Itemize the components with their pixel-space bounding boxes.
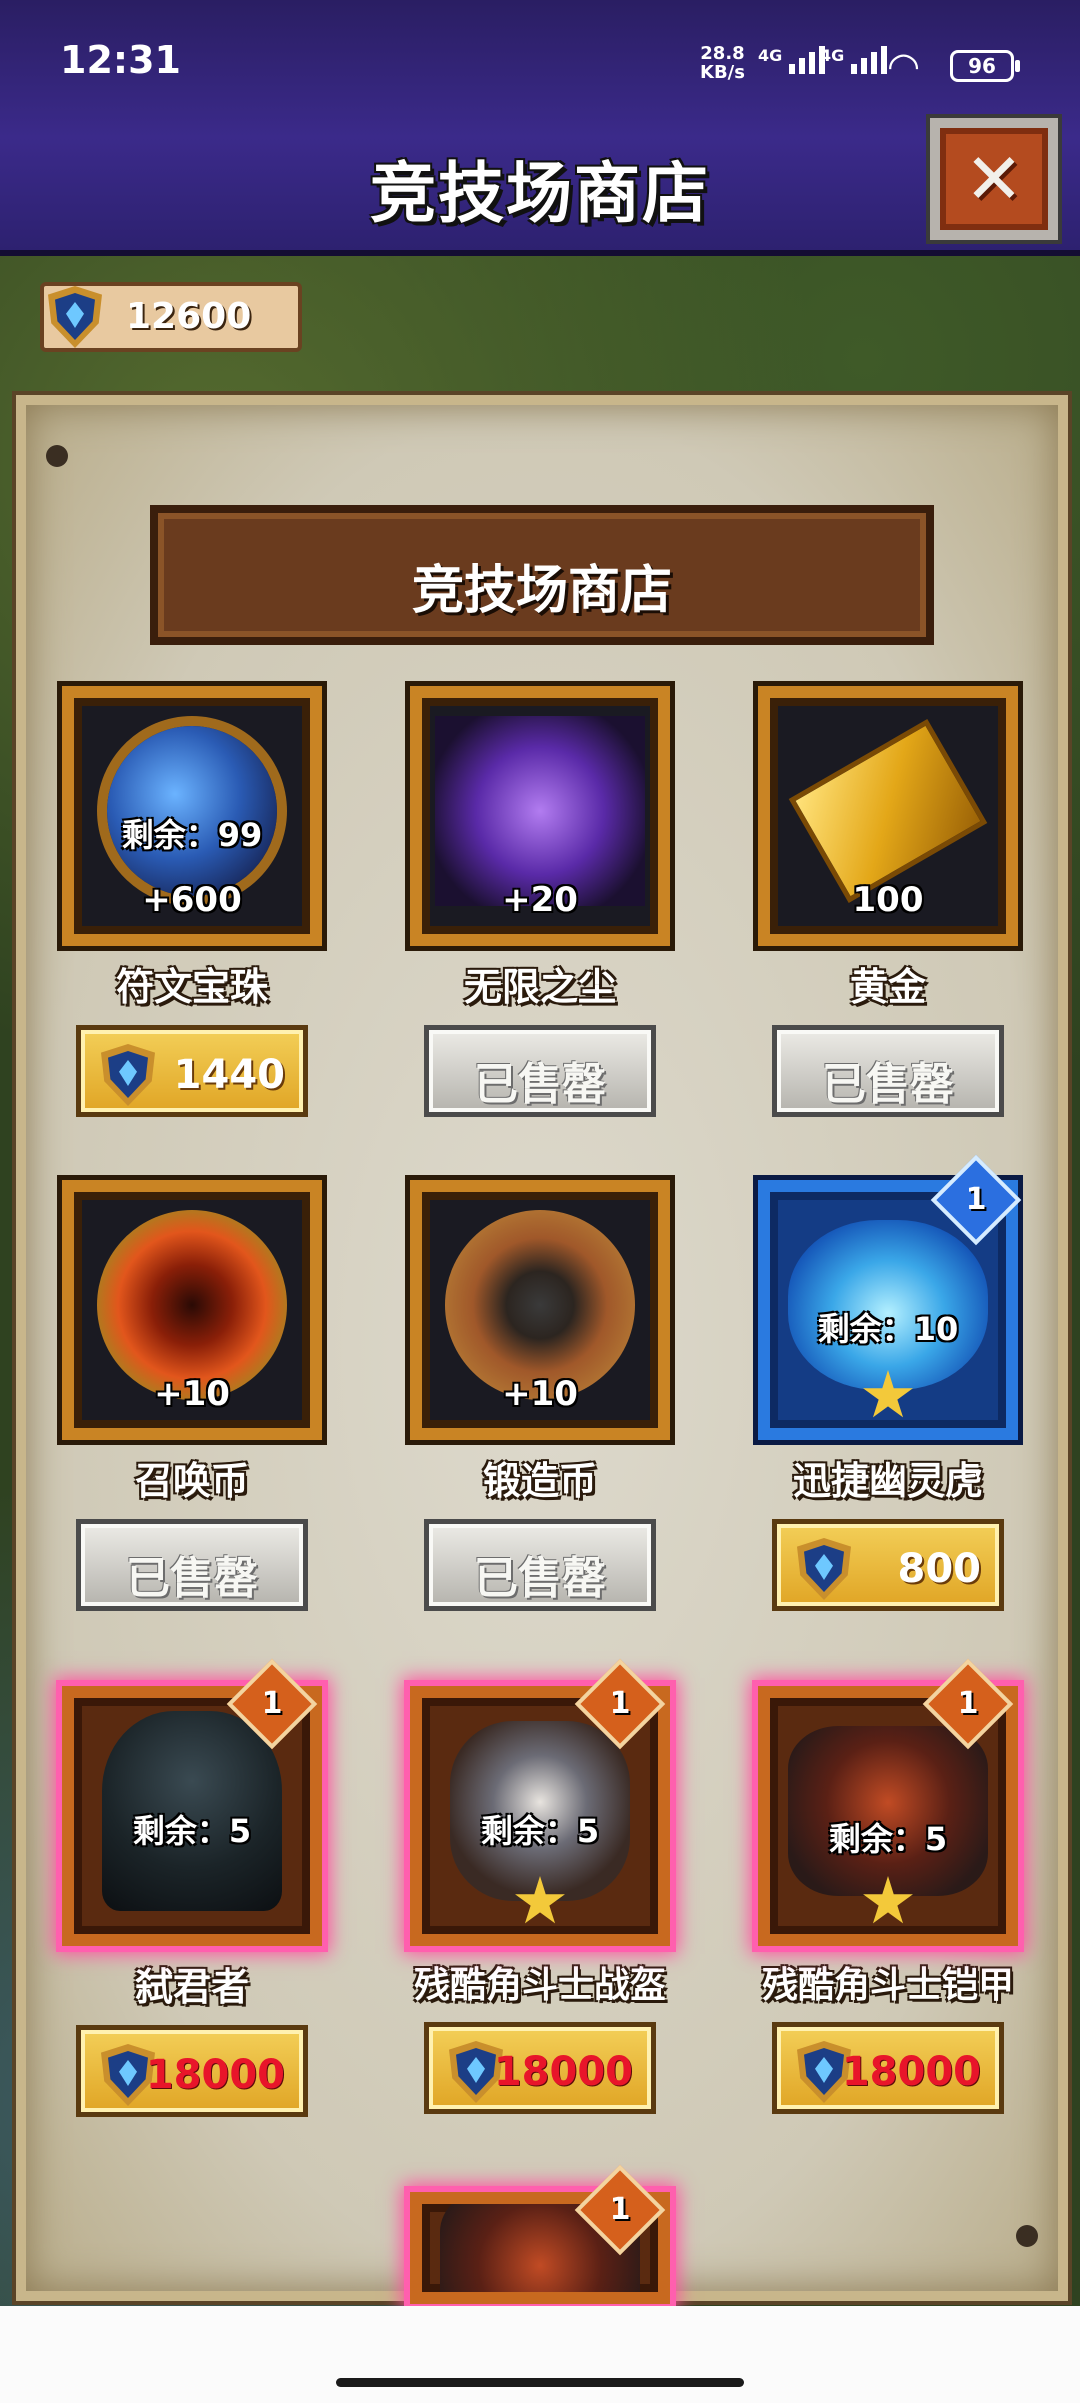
item-name: 召唤币: [134, 1459, 249, 1503]
wifi-icon: ◠: [887, 44, 921, 88]
shop-item-summon-coin[interactable]: +10 召唤币 已售罄: [62, 1180, 322, 1611]
signal-2-icon: 4G: [820, 46, 888, 74]
item-name: 符文宝珠: [115, 965, 268, 1009]
shop-item-partial[interactable]: 1: [410, 2164, 670, 2304]
item-name: 残酷角斗士战盔: [413, 1965, 666, 2006]
tier-badge: 1: [574, 2164, 666, 2256]
rivet-icon: [46, 445, 68, 467]
top-bar: 12:31 28.8 KB/s 4G 4G ◠ 96 竞技场商店 ✕: [0, 0, 1080, 256]
system-nav-bar: [0, 2306, 1080, 2403]
item-frame[interactable]: 剩余：99 +600: [62, 686, 322, 946]
item-name: 黄金: [849, 965, 926, 1009]
clock: 12:31: [60, 38, 181, 82]
item-remaining: 剩余：99: [121, 816, 263, 854]
item-frame[interactable]: 100: [758, 686, 1018, 946]
item-price: 18000: [841, 2049, 981, 2095]
item-remaining: 剩余：5: [828, 1820, 948, 1858]
close-button[interactable]: ✕: [930, 118, 1058, 240]
item-amount: +10: [502, 1374, 578, 1414]
shop-item-gladiator-helm[interactable]: 剩余：5 1 残酷角斗士战盔 18000: [410, 1658, 670, 2114]
close-x-icon: ✕: [964, 138, 1024, 220]
shop-item-rune-orb[interactable]: 剩余：99 +600 符文宝珠 1440: [62, 686, 322, 1117]
demon-skull-coin-icon: [97, 1210, 287, 1401]
shop-item-ghost-tiger[interactable]: 剩余：10 1 迅捷幽灵虎 800: [758, 1154, 1022, 1611]
item-frame[interactable]: +10: [62, 1180, 322, 1440]
item-price: 1440: [173, 1052, 285, 1098]
item-name: 锻造币: [482, 1459, 597, 1503]
currency-amount: 12600: [126, 296, 252, 337]
buy-button[interactable]: 800: [772, 1519, 1004, 1611]
tier-badge: 1: [574, 1658, 666, 1750]
sold-out-button[interactable]: 已售罄: [424, 1025, 656, 1117]
banner-title: 竞技场商店: [411, 561, 672, 621]
shop-item-forge-coin[interactable]: +10 锻造币 已售罄: [410, 1180, 670, 1611]
chest-armor-icon: [788, 1726, 988, 1897]
battery-icon: 96: [950, 50, 1020, 82]
shop-banner: 竞技场商店: [150, 505, 934, 645]
buy-button[interactable]: 1440: [76, 1025, 308, 1117]
item-name: 弑君者: [134, 1965, 249, 2009]
anvil-coin-icon: [445, 1210, 635, 1401]
arena-shield-gem-icon: [797, 1538, 851, 1600]
buy-button[interactable]: 18000: [76, 2025, 308, 2117]
infinity-dust-icon: [435, 716, 645, 907]
item-price: 18000: [145, 2052, 285, 2098]
status-bar: 12:31 28.8 KB/s 4G 4G ◠ 96: [0, 0, 1080, 120]
sold-out-label: 已售罄: [126, 1553, 258, 1604]
signal-1-icon: 4G: [758, 46, 826, 74]
item-price: 800: [897, 1546, 982, 1592]
item-remaining: 剩余：10: [817, 1310, 959, 1348]
item-price: 18000: [493, 2049, 633, 2095]
sold-out-label: 已售罄: [474, 1059, 606, 1110]
shop-item-gold[interactable]: 100 黄金 已售罄: [758, 686, 1018, 1117]
item-name: 无限之尘: [463, 965, 616, 1009]
buy-button[interactable]: 18000: [424, 2022, 656, 2114]
item-frame[interactable]: +10: [410, 1180, 670, 1440]
item-remaining: 剩余：5: [480, 1812, 600, 1850]
item-amount: +600: [142, 880, 242, 920]
network-speed: 28.8 KB/s: [700, 43, 745, 83]
sold-out-label: 已售罄: [474, 1553, 606, 1604]
arena-shield-gem-icon: [101, 1044, 155, 1106]
item-remaining: 剩余：5: [132, 1812, 252, 1850]
tier-badge: 1: [930, 1154, 1022, 1246]
gold-bar-icon: [788, 719, 988, 904]
item-amount: 100: [852, 880, 924, 920]
page-title: 竞技场商店: [370, 155, 710, 232]
sold-out-button[interactable]: 已售罄: [772, 1025, 1004, 1117]
sold-out-button[interactable]: 已售罄: [424, 1519, 656, 1611]
arena-shield-gem-icon: [48, 286, 102, 348]
item-amount: +20: [502, 880, 578, 920]
shop-item-infinity-dust[interactable]: +20 无限之尘 已售罄: [410, 686, 670, 1117]
tier-badge: 1: [226, 1658, 318, 1750]
shop-item-gladiator-armor[interactable]: 剩余：5 1 残酷角斗士铠甲 18000: [758, 1658, 1018, 2114]
tier-badge: 1: [922, 1658, 1014, 1750]
sold-out-label: 已售罄: [822, 1059, 954, 1110]
home-indicator[interactable]: [336, 2378, 744, 2387]
buy-button[interactable]: 18000: [772, 2022, 1004, 2114]
shop-item-regicide[interactable]: 剩余：5 1 弑君者 18000: [62, 1658, 322, 2117]
rivet-icon: [1016, 2225, 1038, 2247]
item-name: 迅捷幽灵虎: [792, 1459, 983, 1503]
sold-out-button[interactable]: 已售罄: [76, 1519, 308, 1611]
item-amount: +10: [154, 1374, 230, 1414]
currency-display: 12600: [40, 282, 302, 352]
item-name: 残酷角斗士铠甲: [761, 1965, 1014, 2006]
item-frame[interactable]: +20: [410, 686, 670, 946]
